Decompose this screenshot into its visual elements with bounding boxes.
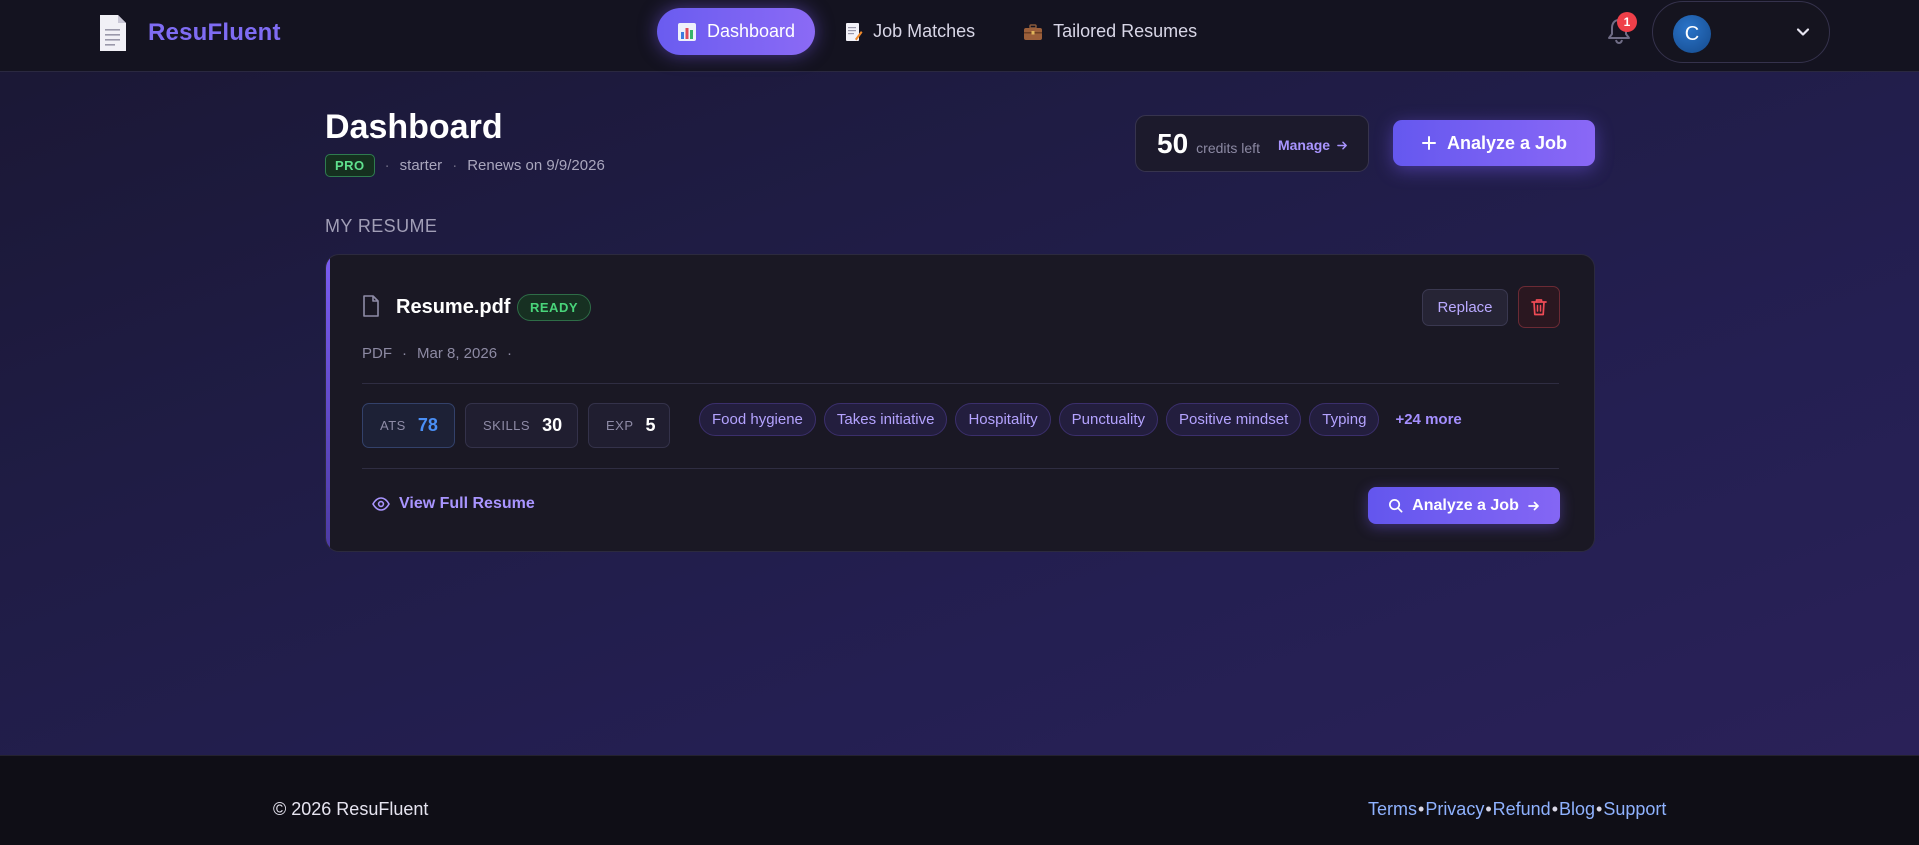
brand-name: ResuFluent	[148, 19, 281, 46]
upload-date: Mar 8, 2026	[417, 345, 498, 362]
search-icon	[1389, 499, 1403, 513]
footer: © 2026 ResuFluent Terms • Privacy • Refu…	[0, 755, 1919, 845]
analyze-job-button[interactable]: Analyze a Job	[1393, 120, 1595, 166]
document-logo-icon	[100, 15, 126, 51]
separator: •	[1596, 799, 1603, 819]
footer-link-terms[interactable]: Terms	[1368, 799, 1417, 820]
skill-tag: Positive mindset	[1166, 403, 1302, 436]
arrow-right-icon	[1527, 501, 1539, 510]
resume-card: Resume.pdf READY PDF · Mar 8, 2026 · Rep…	[325, 254, 1595, 552]
skill-tag: Typing	[1309, 403, 1380, 436]
analyze-job-card-button[interactable]: Analyze a Job	[1368, 487, 1560, 524]
tab-tailored-resumes[interactable]: Tailored Resumes	[1003, 8, 1217, 55]
replace-button[interactable]: Replace	[1422, 289, 1508, 326]
skill-tag: Food hygiene	[699, 403, 816, 436]
avatar: C	[1673, 15, 1711, 53]
section-heading: MY RESUME	[325, 216, 438, 236]
credits-widget: 50 credits left Manage	[1135, 115, 1369, 172]
file-type: PDF	[362, 345, 392, 362]
footer-link-privacy[interactable]: Privacy	[1425, 799, 1484, 820]
user-menu-button[interactable]: C	[1652, 1, 1830, 63]
stat-label: ATS	[380, 418, 406, 433]
separator: •	[1418, 799, 1425, 819]
stat-label: EXP	[606, 418, 634, 433]
stat-value: 78	[417, 415, 438, 435]
status-badge: READY	[517, 294, 592, 321]
resume-meta: PDF · Mar 8, 2026 ·	[362, 345, 512, 362]
footer-link-refund[interactable]: Refund	[1493, 799, 1551, 820]
skills-count-stat: SKILLS 30	[465, 403, 578, 448]
skill-tag: Hospitality	[955, 403, 1051, 436]
plan-name: starter	[399, 157, 443, 174]
footer-link-blog[interactable]: Blog	[1559, 799, 1595, 820]
copyright: © 2026 ResuFluent	[273, 799, 429, 819]
stat-value: 5	[645, 415, 656, 435]
stat-label: SKILLS	[483, 418, 531, 433]
separator: ·	[452, 157, 458, 174]
manage-credits-link[interactable]: Manage	[1278, 137, 1348, 153]
view-full-resume-link[interactable]: View Full Resume	[372, 495, 535, 513]
plan-badge: PRO	[325, 154, 375, 177]
skill-tag: Takes initiative	[823, 403, 948, 436]
renewal-date: Renews on 9/9/2026	[467, 157, 605, 174]
plus-icon	[1421, 136, 1436, 150]
card-accent-bar	[326, 255, 330, 551]
stat-value: 30	[542, 415, 563, 435]
tab-label: Dashboard	[707, 21, 796, 41]
memo-icon	[846, 22, 863, 41]
experience-stat: EXP 5	[588, 403, 670, 448]
nav-tabs: Dashboard Job Matches Tailored Resumes	[657, 8, 1217, 55]
file-icon	[363, 295, 379, 317]
eye-icon	[372, 497, 390, 511]
footer-links: Terms • Privacy • Refund • Blog • Suppor…	[1368, 799, 1666, 820]
chevron-down-icon	[1796, 28, 1810, 36]
ats-score-stat: ATS 78	[362, 403, 455, 448]
separator: ·	[507, 345, 513, 362]
credits-label: credits left	[1196, 139, 1260, 156]
skills-list: Food hygiene Takes initiative Hospitalit…	[699, 403, 1462, 436]
separator: ·	[402, 345, 407, 362]
separator: •	[1551, 799, 1558, 819]
divider	[362, 383, 1559, 384]
divider	[362, 468, 1559, 469]
resume-file-name: Resume.pdf	[396, 296, 511, 318]
tab-dashboard[interactable]: Dashboard	[657, 8, 816, 55]
plan-info: PRO · starter · Renews on 9/9/2026	[325, 154, 605, 177]
trash-icon	[1531, 299, 1547, 316]
tab-label: Job Matches	[873, 21, 976, 41]
brand[interactable]: ResuFluent	[98, 14, 281, 52]
notification-badge: 1	[1617, 12, 1637, 32]
more-skills-link[interactable]: +24 more	[1387, 411, 1461, 428]
bar-chart-icon	[678, 22, 696, 41]
page-title: Dashboard	[325, 108, 503, 146]
top-navbar: ResuFluent Dashboard Job Matches Tailore…	[0, 0, 1919, 72]
arrow-right-icon	[1337, 141, 1347, 149]
separator: ·	[384, 157, 390, 174]
briefcase-icon	[1024, 23, 1043, 40]
tab-label: Tailored Resumes	[1053, 21, 1198, 41]
tab-job-matches[interactable]: Job Matches	[823, 8, 995, 55]
credits-count: 50	[1157, 127, 1189, 159]
separator: •	[1485, 799, 1492, 819]
footer-link-support[interactable]: Support	[1603, 799, 1666, 820]
skill-tag: Punctuality	[1058, 403, 1159, 436]
delete-button[interactable]	[1518, 286, 1560, 328]
